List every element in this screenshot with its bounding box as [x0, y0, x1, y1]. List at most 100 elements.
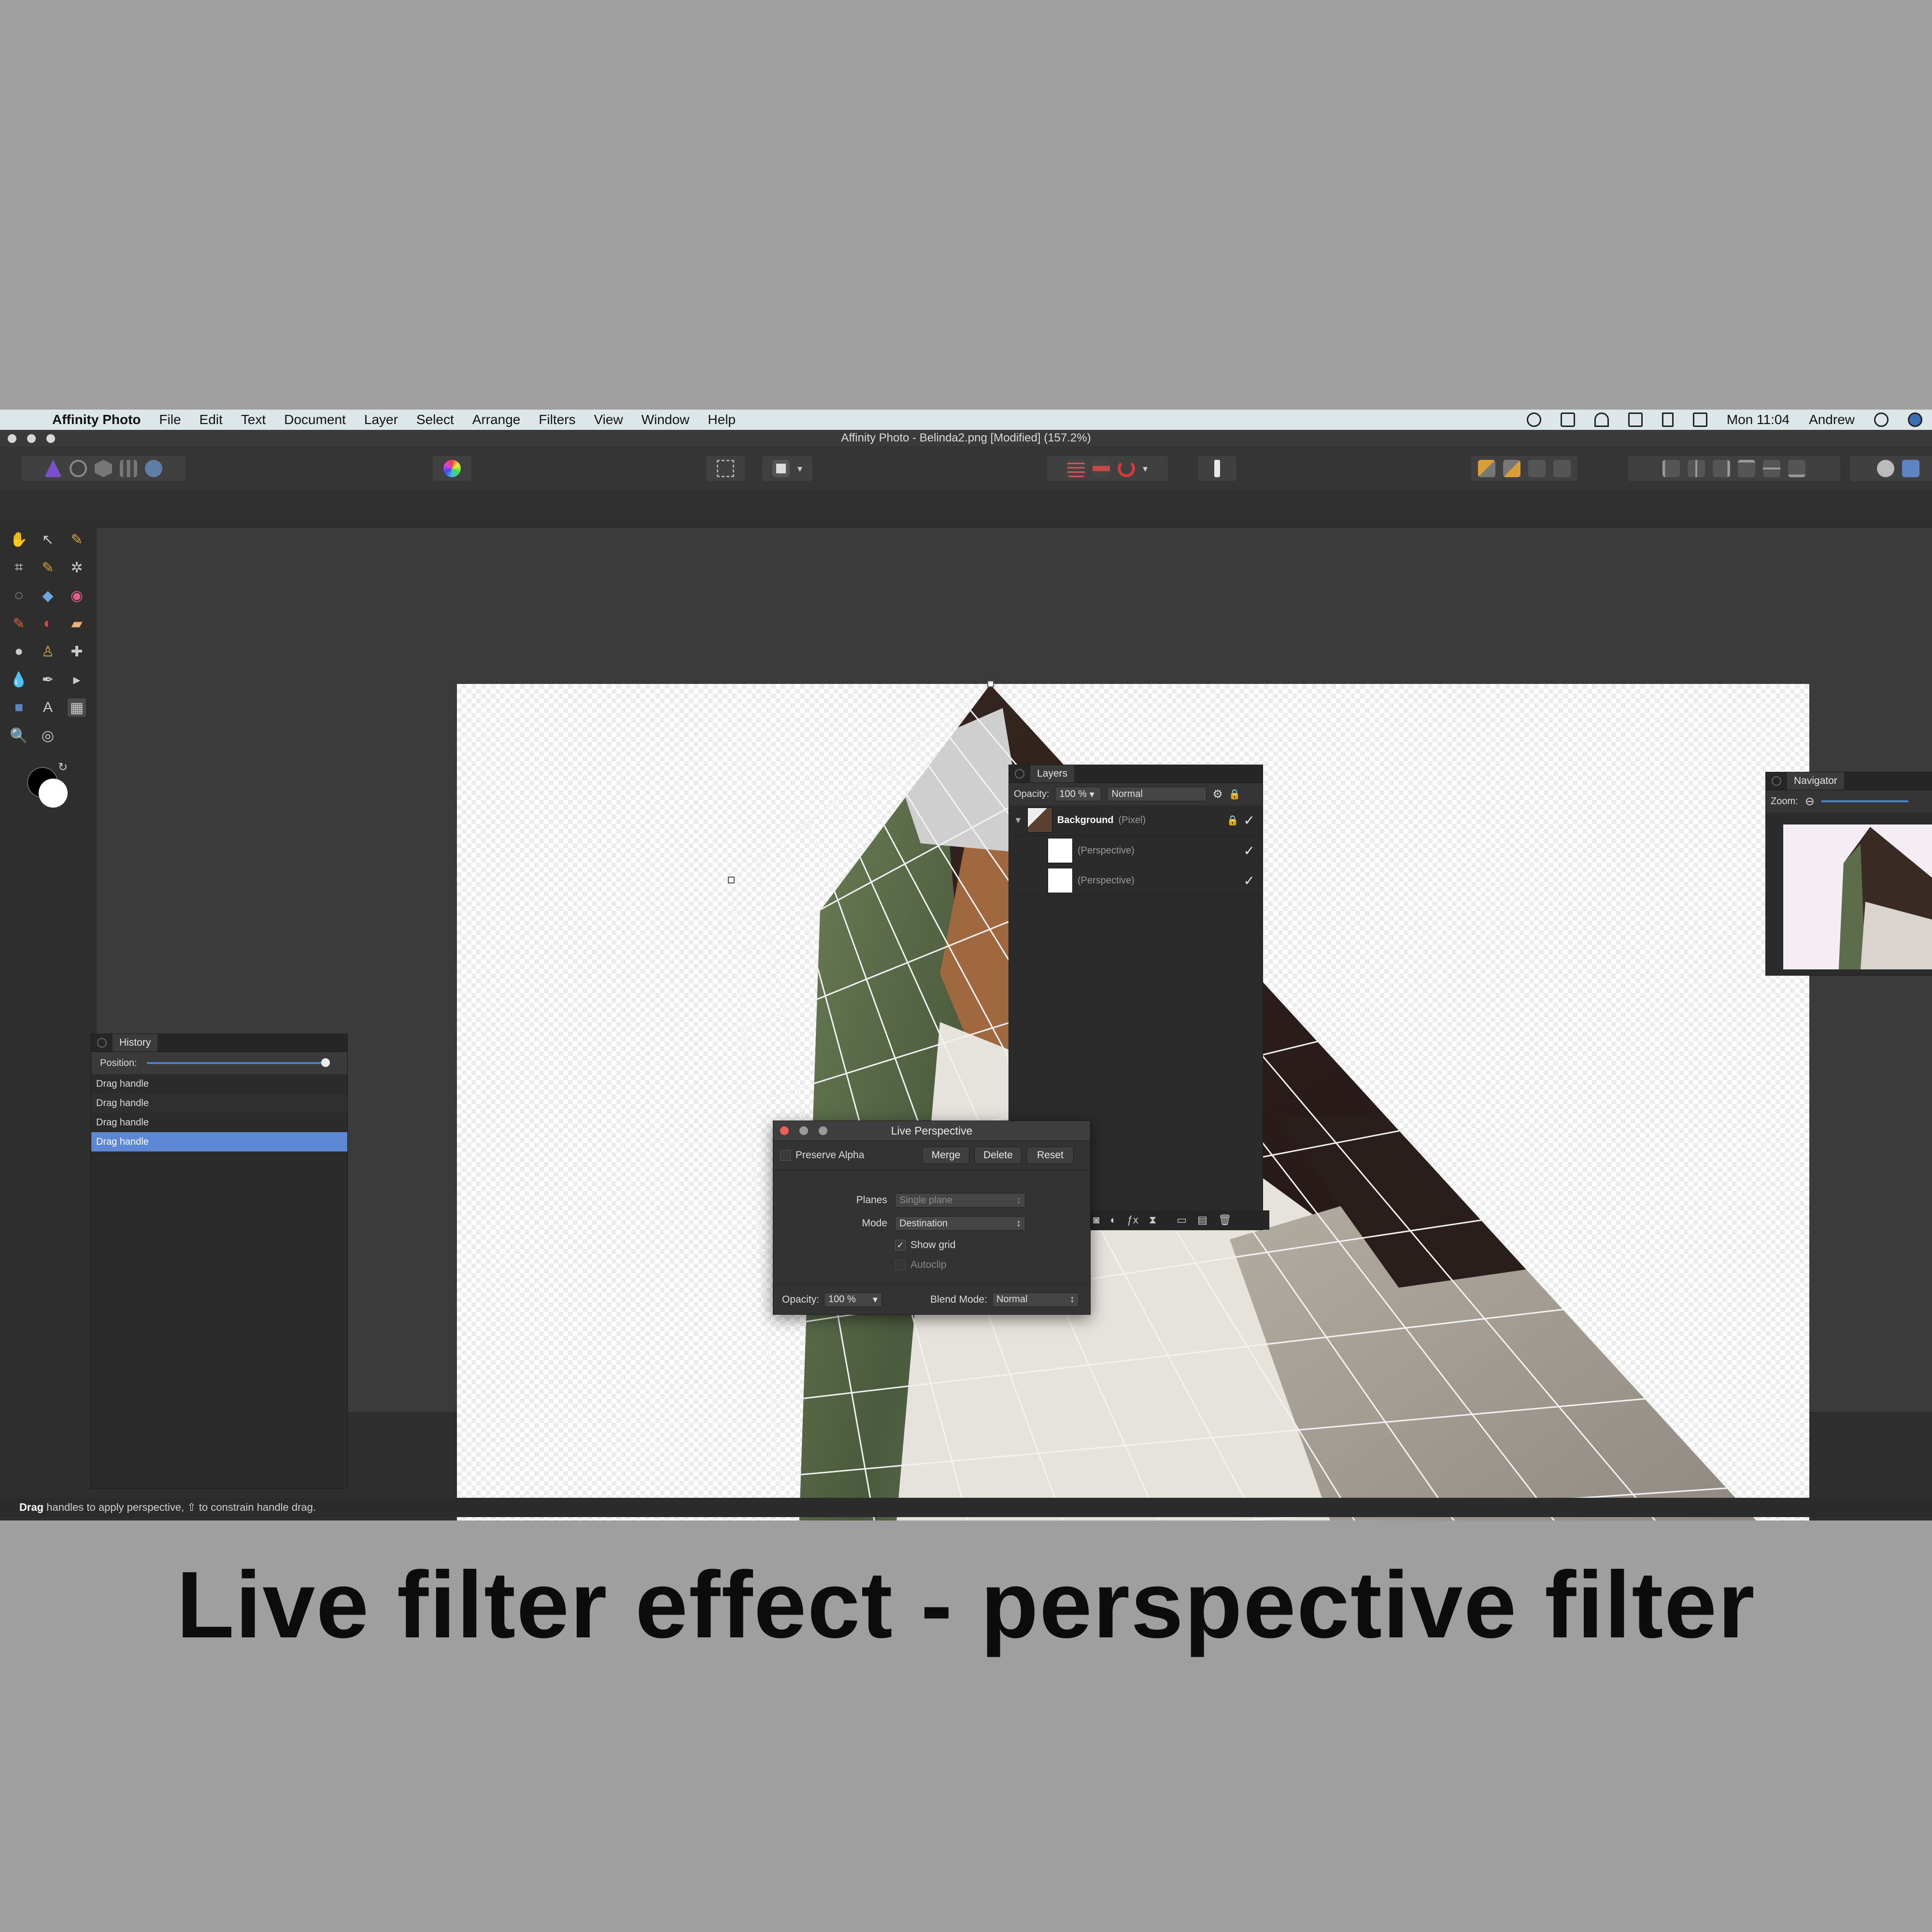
move-tool-icon[interactable]: ↖ [39, 530, 57, 549]
navigator-close-icon[interactable] [1772, 776, 1781, 786]
crop-tool-icon[interactable]: ⌗ [10, 558, 28, 577]
delete-button[interactable]: Delete [974, 1147, 1022, 1164]
delete-layer-icon[interactable]: 🗑 [1218, 1214, 1232, 1226]
layers-lock-icon[interactable]: 🔒 [1229, 788, 1241, 800]
group-layers-icon[interactable]: ▭ [1177, 1214, 1187, 1226]
wifi-icon[interactable] [1594, 412, 1609, 427]
planes-select[interactable]: Single plane ↕ [895, 1193, 1025, 1208]
menu-window[interactable]: Window [641, 412, 690, 427]
layer-expand-icon[interactable]: ▼ [1014, 815, 1023, 825]
secondary-color-swatch[interactable] [39, 779, 68, 808]
smudge-tool-icon[interactable]: 💧 [10, 670, 28, 689]
zoom-tool-icon[interactable]: 🔍 [10, 726, 28, 745]
layer-row-perspective[interactable]: (Perspective) ✓ [1009, 836, 1263, 866]
preserve-alpha-checkbox[interactable] [780, 1150, 791, 1161]
volume-icon[interactable] [1662, 412, 1674, 427]
merge-button[interactable]: Merge [922, 1147, 970, 1164]
dialog-close-icon[interactable] [780, 1126, 789, 1135]
mask-dropdown-icon[interactable]: ▾ [797, 463, 802, 475]
photo-persona-icon[interactable] [44, 460, 62, 477]
paint-brush-tool-icon[interactable]: ✎ [10, 614, 28, 633]
history-item[interactable]: Drag handle [91, 1094, 347, 1113]
healing-brush-tool-icon[interactable]: ✚ [68, 642, 86, 661]
fill-tool-icon[interactable]: ◆ [39, 586, 57, 605]
force-pixel-alignment-icon[interactable] [1214, 460, 1220, 477]
node-tool-icon[interactable]: ▸ [68, 670, 86, 689]
menu-clock[interactable]: Mon 11:04 [1727, 412, 1790, 427]
tone-mapping-persona-icon[interactable] [120, 460, 137, 477]
dialog-opacity-field[interactable]: 100 % ▾ [824, 1292, 882, 1307]
zoom-window-icon[interactable] [46, 434, 55, 443]
liquify-persona-icon[interactable] [70, 460, 87, 477]
menu-text[interactable]: Text [241, 412, 266, 427]
show-grid-checkbox[interactable]: ✓ [895, 1240, 906, 1250]
align-middle-icon[interactable] [1763, 460, 1780, 477]
layer-visibility-check[interactable]: ✓ [1244, 843, 1255, 859]
blur-brush-tool-icon[interactable]: ● [10, 642, 28, 661]
text-tool-icon[interactable]: A [39, 698, 57, 717]
zoom-out-icon[interactable]: ⊖ [1805, 795, 1815, 809]
dialog-zoom-icon[interactable] [819, 1126, 827, 1135]
order-4-icon[interactable] [1553, 460, 1571, 477]
menu-document[interactable]: Document [284, 412, 346, 427]
close-window-icon[interactable] [8, 434, 16, 443]
layer-row-background[interactable]: ▼ Background (Pixel) 🔒 ✓ [1009, 805, 1263, 836]
menu-view[interactable]: View [594, 412, 623, 427]
layers-settings-icon[interactable]: ⚙ [1212, 787, 1223, 801]
align-center-icon[interactable] [1688, 460, 1705, 477]
color-wheel-icon[interactable] [443, 460, 461, 477]
order-2-icon[interactable] [1503, 460, 1520, 477]
menu-user[interactable]: Andrew [1809, 412, 1855, 427]
clone-brush-tool-icon[interactable]: ♙ [39, 642, 57, 661]
add-layer-icon[interactable]: ▤ [1197, 1214, 1208, 1226]
selection-brush-tool-icon[interactable]: ✎ [39, 558, 57, 577]
airplay-icon[interactable] [1628, 412, 1643, 427]
history-position-slider[interactable] [146, 1058, 330, 1067]
subtract-shape-icon[interactable] [1902, 460, 1919, 477]
dialog-blend-mode-select[interactable]: Normal ↕ [992, 1292, 1079, 1307]
menu-select[interactable]: Select [416, 412, 454, 427]
navigator-preview[interactable] [1783, 824, 1932, 969]
order-3-icon[interactable] [1528, 460, 1546, 477]
layers-blend-mode-select[interactable]: Normal [1107, 787, 1207, 801]
minimize-window-icon[interactable] [27, 434, 36, 443]
mask-icon[interactable] [772, 460, 790, 477]
history-item[interactable]: Drag handle [91, 1113, 347, 1132]
layer-visibility-check[interactable]: ✓ [1244, 873, 1255, 889]
menu-layer[interactable]: Layer [364, 412, 398, 427]
add-shape-icon[interactable] [1877, 460, 1894, 477]
snapping-magnet-icon[interactable] [1117, 460, 1135, 477]
autoclip-checkbox[interactable] [895, 1260, 906, 1270]
navigator-zoom-slider[interactable] [1821, 800, 1908, 802]
red-eye-tool-icon[interactable]: ◎ [39, 726, 57, 745]
dialog-minimize-icon[interactable] [799, 1126, 808, 1135]
gradient-tool-icon[interactable]: ◉ [68, 586, 86, 605]
layer-lock-icon[interactable]: 🔒 [1227, 814, 1239, 826]
mode-select[interactable]: Destination ↕ [895, 1216, 1025, 1231]
fx-icon[interactable]: ƒx [1127, 1214, 1138, 1226]
mesh-warp-tool-icon[interactable]: ▦ [68, 698, 86, 717]
marquee-icon[interactable] [717, 460, 734, 477]
calendar-icon[interactable] [1692, 412, 1707, 427]
history-item-selected[interactable]: Drag handle [91, 1132, 347, 1151]
grid-icon[interactable] [1067, 460, 1085, 477]
live-filter-icon[interactable]: ⧗ [1149, 1214, 1156, 1226]
layers-opacity-field[interactable]: 100 % ▾ [1055, 787, 1102, 801]
dodge-tool-icon[interactable]: ◐ [39, 614, 57, 633]
spotlight-search-icon[interactable] [1874, 412, 1889, 427]
siri-icon[interactable] [1908, 412, 1922, 427]
align-right-icon[interactable] [1713, 460, 1730, 477]
develop-persona-icon[interactable] [95, 460, 112, 477]
menu-help[interactable]: Help [708, 412, 736, 427]
handle-top[interactable] [987, 681, 994, 687]
handle-left[interactable] [728, 877, 735, 883]
export-persona-icon[interactable] [145, 460, 162, 477]
hand-tool-icon[interactable]: ✋ [10, 530, 28, 549]
adjustment-icon[interactable]: ◐ [1110, 1214, 1116, 1226]
erase-brush-tool-icon[interactable]: ▰ [68, 614, 86, 633]
menu-app-name[interactable]: Affinity Photo [52, 412, 141, 427]
align-bottom-icon[interactable] [1788, 460, 1805, 477]
history-item[interactable]: Drag handle [91, 1074, 347, 1094]
align-top-icon[interactable] [1738, 460, 1755, 477]
menu-file[interactable]: File [159, 412, 181, 427]
